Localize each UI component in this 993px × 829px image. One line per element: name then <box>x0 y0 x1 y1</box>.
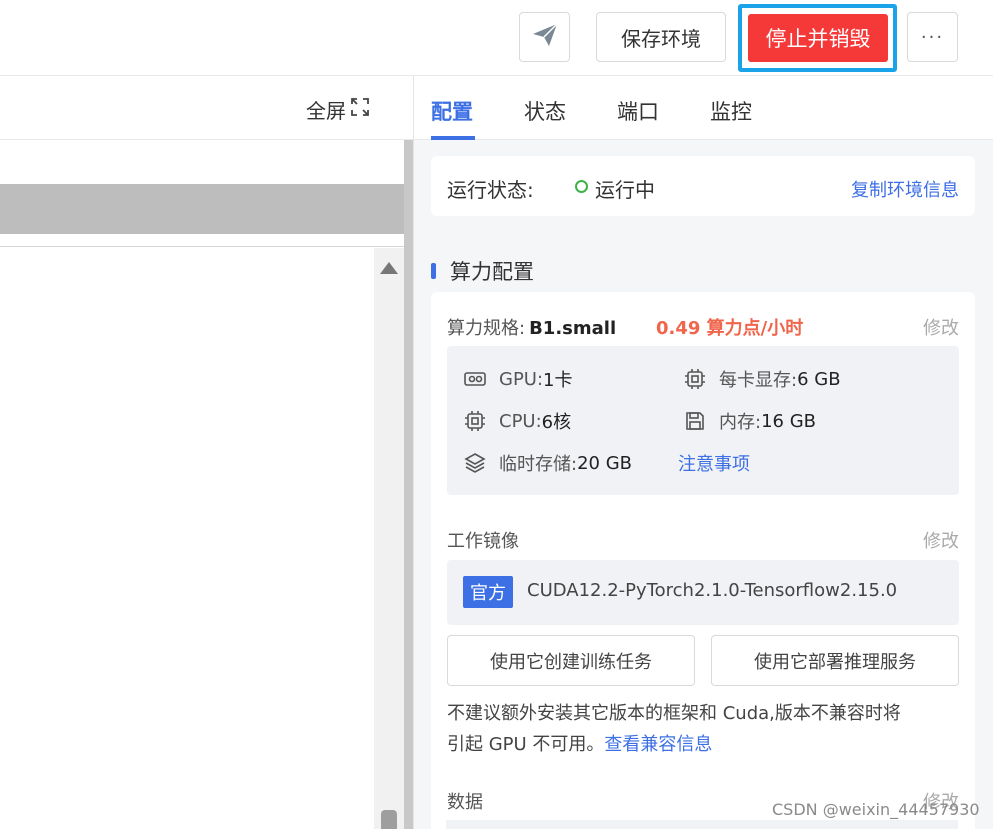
spec-label: 算力规格: <box>447 318 526 339</box>
section-marker <box>431 263 436 279</box>
right-panel-tabs: 配置 状态 端口 监控 <box>414 76 993 140</box>
memory-value: 16 GB <box>761 410 817 432</box>
cpu-spec: CPU: 6核 <box>463 408 571 434</box>
run-status-value: 运行中 <box>595 178 655 202</box>
temp-storage-value: 20 GB <box>577 452 633 474</box>
cpu-icon <box>463 409 487 433</box>
compatibility-note: 不建议额外安装其它版本的框架和 Cuda,版本不兼容时将 引起 GPU 不可用。… <box>447 698 959 760</box>
stop-button-focus-ring: 停止并销毁 <box>738 4 897 72</box>
spec-details-box: GPU: 1卡 每卡显存: 6 GB CPU: 6核 内存: 16 GB 临时存… <box>447 346 959 495</box>
fullscreen-label: 全屏 <box>306 99 346 123</box>
temp-storage-spec: 临时存储: 20 GB <box>463 450 632 476</box>
editor-header-band <box>0 184 413 234</box>
compute-config-card: 算力规格: B1.small 0.49 算力点/小时 修改 GPU: 1卡 每卡显… <box>431 292 975 829</box>
run-status-card: 运行状态: 运行中 复制环境信息 <box>431 156 975 216</box>
notice-link[interactable]: 注意事项 <box>678 450 750 476</box>
panel-splitter[interactable] <box>404 140 413 829</box>
gpu-card-icon <box>463 367 487 391</box>
temp-storage-label: 临时存储: <box>499 454 578 475</box>
data-box <box>446 820 958 829</box>
run-status-label: 运行状态: <box>447 178 534 202</box>
send-button[interactable] <box>519 12 570 62</box>
deploy-inference-service-button[interactable]: 使用它部署推理服务 <box>711 635 959 686</box>
gpu-value: 1卡 <box>543 370 573 391</box>
note-line-2-wrap: 引起 GPU 不可用。查看兼容信息 <box>447 729 959 760</box>
fullscreen-button[interactable]: 全屏 <box>306 95 370 124</box>
tab-ports[interactable]: 端口 <box>617 96 659 126</box>
edit-image-link[interactable]: 修改 <box>923 527 959 553</box>
expand-icon <box>350 97 370 122</box>
more-options-button[interactable]: ··· <box>907 12 958 62</box>
image-name: CUDA12.2-PyTorch2.1.0-Tensorflow2.15.0 <box>527 580 898 601</box>
work-image-label: 工作镜像 <box>447 531 519 552</box>
spec-price: 0.49 算力点/小时 <box>656 318 804 339</box>
note-line-2: 引起 GPU 不可用。 <box>447 734 605 755</box>
gpu-label: GPU: <box>499 368 544 390</box>
data-label: 数据 <box>447 792 483 813</box>
tab-status[interactable]: 状态 <box>524 96 566 126</box>
stop-and-destroy-button[interactable]: 停止并销毁 <box>748 14 888 62</box>
create-training-task-button[interactable]: 使用它创建训练任务 <box>447 635 695 686</box>
tab-config[interactable]: 配置 <box>431 96 473 126</box>
active-tab-indicator <box>431 136 475 140</box>
editor-area[interactable] <box>0 246 404 829</box>
work-image-box: 官方 CUDA12.2-PyTorch2.1.0-Tensorflow2.15.… <box>447 560 959 625</box>
spec-name: B1.small <box>529 318 617 339</box>
right-panel: 配置 状态 端口 监控 运行状态: 运行中 复制环境信息 算力配置 算力规格: B… <box>413 76 993 829</box>
memory-spec: 内存: 16 GB <box>683 408 816 434</box>
cpu-value: 6核 <box>541 412 572 433</box>
running-status-icon <box>575 180 588 193</box>
compute-config-title: 算力配置 <box>431 256 534 286</box>
edit-spec-link[interactable]: 修改 <box>923 314 959 340</box>
note-line-1: 不建议额外安装其它版本的框架和 Cuda,版本不兼容时将 <box>447 703 901 724</box>
layers-icon <box>463 451 487 475</box>
vram-spec: 每卡显存: 6 GB <box>683 366 841 392</box>
copy-env-info-link[interactable]: 复制环境信息 <box>851 176 959 202</box>
chip-icon <box>683 367 707 391</box>
compute-spec-row: 算力规格: B1.small <box>447 314 616 340</box>
scroll-thumb[interactable] <box>381 810 397 829</box>
save-environment-button[interactable]: 保存环境 <box>596 12 726 62</box>
tab-monitor[interactable]: 监控 <box>710 96 752 126</box>
vram-value: 6 GB <box>797 368 841 390</box>
memory-label: 内存: <box>719 412 762 433</box>
top-toolbar: 保存环境 停止并销毁 ··· <box>0 0 993 76</box>
floppy-disk-icon <box>683 409 707 433</box>
view-compatibility-link[interactable]: 查看兼容信息 <box>604 734 712 755</box>
vram-label: 每卡显存: <box>719 370 798 391</box>
official-badge: 官方 <box>463 576 513 608</box>
gpu-spec: GPU: 1卡 <box>463 366 573 392</box>
section-title-text: 算力配置 <box>450 260 534 284</box>
vertical-scrollbar[interactable] <box>374 248 404 829</box>
cpu-label: CPU: <box>499 410 542 432</box>
paper-plane-icon <box>532 22 558 52</box>
left-panel-header: 全屏 <box>0 76 413 140</box>
scroll-up-arrow-icon[interactable] <box>380 262 398 274</box>
watermark: CSDN @weixin_44457930 <box>772 800 980 819</box>
